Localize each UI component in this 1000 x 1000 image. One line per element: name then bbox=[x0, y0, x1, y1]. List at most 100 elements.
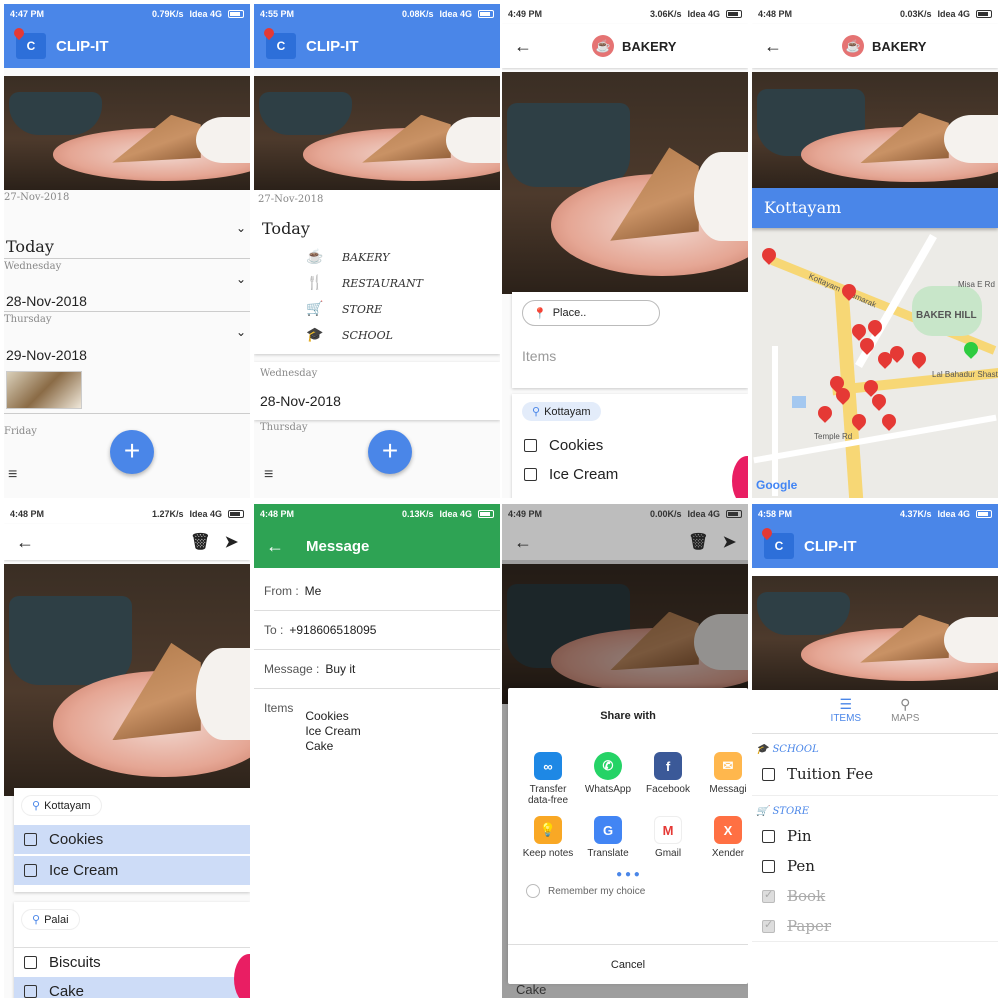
app-bar: ← 🗑 ➤ bbox=[502, 524, 748, 560]
screen-share: 4:49 PM 0.00K/s Idea 4G ← 🗑 ➤ Cake Share w… bbox=[502, 504, 748, 998]
message-row[interactable]: Message : Buy it bbox=[254, 650, 500, 689]
location-chip[interactable]: ⚲ Palai bbox=[22, 910, 79, 929]
share-app[interactable]: M Gmail bbox=[638, 816, 698, 859]
menu-icon[interactable]: ≡ bbox=[264, 466, 273, 484]
status-bar: 4:48 PM 1.27K/s Idea 4G bbox=[4, 504, 250, 524]
item-label: Tuition Fee bbox=[787, 765, 874, 783]
chevron-down-icon[interactable]: ⌄ bbox=[236, 272, 246, 286]
checkbox[interactable] bbox=[24, 985, 37, 998]
add-button[interactable]: + bbox=[110, 430, 154, 474]
app-bar: C CLIP-IT bbox=[254, 24, 500, 68]
field-label: To : bbox=[264, 623, 284, 637]
location-chip[interactable]: ⚲ Kottayam bbox=[522, 402, 601, 421]
app-label: Facebook bbox=[646, 784, 690, 795]
location-chip[interactable]: ⚲ Kottayam bbox=[22, 796, 101, 815]
map-view[interactable]: BAKER HILL Lal Bahadur Shast Misa E Rd K… bbox=[752, 226, 998, 498]
list-item-selected[interactable]: Cake bbox=[14, 977, 250, 998]
checkbox[interactable] bbox=[762, 767, 775, 781]
share-app[interactable]: ✉ Messagi bbox=[698, 752, 748, 806]
checkbox[interactable] bbox=[524, 468, 537, 481]
list-item-done[interactable]: Paper bbox=[752, 911, 998, 942]
map-pin-icon[interactable] bbox=[879, 411, 899, 431]
to-row[interactable]: To : +918606518095 bbox=[254, 611, 500, 650]
add-button[interactable]: + bbox=[368, 430, 412, 474]
battery-icon bbox=[228, 10, 244, 18]
checkbox-checked[interactable] bbox=[762, 918, 775, 933]
transfer-icon: ∞ bbox=[534, 752, 562, 780]
back-arrow-icon[interactable]: ← bbox=[514, 532, 532, 553]
checkbox[interactable] bbox=[524, 439, 537, 452]
message-value[interactable]: Buy it bbox=[325, 662, 355, 676]
list-item[interactable]: Biscuits bbox=[14, 947, 250, 977]
date-row[interactable]: 29-Nov-2018 ⌄ bbox=[4, 325, 250, 365]
today-row[interactable]: ⌄ bbox=[4, 203, 250, 237]
list-item[interactable]: Cookies bbox=[522, 421, 738, 460]
item-thumbnail[interactable] bbox=[6, 371, 82, 409]
share-app[interactable]: 💡 Keep notes bbox=[518, 816, 578, 859]
to-value[interactable]: +918606518095 bbox=[289, 623, 376, 637]
tab-items[interactable]: ☰ ITEMS bbox=[831, 696, 862, 733]
map-pin-icon[interactable] bbox=[909, 349, 929, 369]
items-input[interactable]: Items bbox=[522, 326, 738, 364]
today-label: Today bbox=[6, 237, 54, 256]
list-item[interactable]: Ice Cream bbox=[522, 460, 738, 489]
checkbox[interactable] bbox=[24, 833, 37, 846]
checkbox[interactable] bbox=[762, 859, 775, 873]
back-arrow-icon[interactable]: ← bbox=[16, 532, 34, 553]
back-arrow-icon[interactable]: ← bbox=[514, 36, 532, 57]
chevron-down-icon[interactable]: ⌄ bbox=[236, 221, 246, 235]
item-label: Pen bbox=[787, 857, 815, 875]
send-icon[interactable]: ➤ bbox=[225, 532, 238, 552]
tab-maps[interactable]: ⚲ MAPS bbox=[891, 696, 919, 733]
share-app[interactable]: ∞ Transfer data-free bbox=[518, 752, 578, 806]
remember-choice[interactable]: Remember my choice bbox=[508, 880, 748, 902]
menu-icon[interactable]: ≡ bbox=[8, 466, 17, 484]
send-icon[interactable]: ➤ bbox=[723, 532, 736, 552]
place-input[interactable]: 📍 Place.. bbox=[522, 300, 660, 326]
remember-label: Remember my choice bbox=[548, 885, 646, 897]
status-speed: 0.03K/s bbox=[899, 9, 932, 19]
delete-icon[interactable]: 🗑 bbox=[190, 532, 210, 552]
date-row[interactable]: 28-Nov-2018 ⌄ bbox=[4, 272, 250, 312]
share-app[interactable]: G Translate bbox=[578, 816, 638, 859]
date-card[interactable]: Wednesday 28-Nov-2018 bbox=[254, 362, 500, 420]
list-item[interactable]: Pin bbox=[752, 821, 998, 851]
item-label: Cake bbox=[49, 983, 85, 998]
checkbox[interactable] bbox=[762, 829, 775, 843]
cancel-button[interactable]: Cancel bbox=[508, 944, 748, 984]
category-bakery[interactable]: ☕ BAKERY bbox=[258, 244, 500, 270]
share-app[interactable]: ✆ WhatsApp bbox=[578, 752, 638, 806]
checkbox-checked[interactable] bbox=[762, 888, 775, 903]
radio-button[interactable] bbox=[526, 884, 540, 898]
share-app[interactable]: f Facebook bbox=[638, 752, 698, 806]
app-bar: ← 🗑 ➤ bbox=[4, 524, 250, 560]
back-arrow-icon[interactable]: ← bbox=[266, 536, 284, 557]
cart-icon: 🛒 bbox=[756, 806, 769, 817]
translate-icon: G bbox=[594, 816, 622, 844]
category-restaurant[interactable]: 🍴 RESTAURANT bbox=[258, 270, 500, 296]
delete-icon[interactable]: 🗑 bbox=[688, 532, 708, 552]
app-label: WhatsApp bbox=[584, 784, 632, 795]
place-placeholder: Place.. bbox=[552, 307, 587, 319]
item-label: Cookies bbox=[549, 437, 604, 454]
item-text: Ice Cream bbox=[305, 724, 361, 738]
list-item-selected[interactable]: Ice Cream bbox=[14, 856, 250, 885]
list-item[interactable]: Tuition Fee bbox=[752, 759, 998, 789]
chevron-down-icon[interactable]: ⌄ bbox=[236, 325, 246, 339]
list-item-selected[interactable]: Cookies bbox=[14, 825, 250, 854]
app-title: CLIP-IT bbox=[306, 37, 359, 55]
checkbox[interactable] bbox=[24, 956, 37, 969]
messaging-icon: ✉ bbox=[714, 752, 742, 780]
list-item-done[interactable]: Book bbox=[752, 881, 998, 911]
category-store[interactable]: 🛒 STORE bbox=[258, 296, 500, 322]
map-pin-icon[interactable] bbox=[815, 403, 835, 423]
category-school[interactable]: 🎓 SCHOOL bbox=[258, 322, 500, 348]
share-title: Share with bbox=[600, 710, 656, 722]
back-arrow-icon[interactable]: ← bbox=[764, 36, 782, 57]
app-label: Transfer data-free bbox=[527, 784, 569, 806]
share-app[interactable]: X Xender bbox=[698, 816, 748, 859]
checkbox[interactable] bbox=[24, 864, 37, 877]
status-speed: 0.79K/s bbox=[151, 9, 184, 19]
group-header: 🎓 SCHOOL bbox=[752, 734, 998, 759]
list-item[interactable]: Pen bbox=[752, 851, 998, 881]
